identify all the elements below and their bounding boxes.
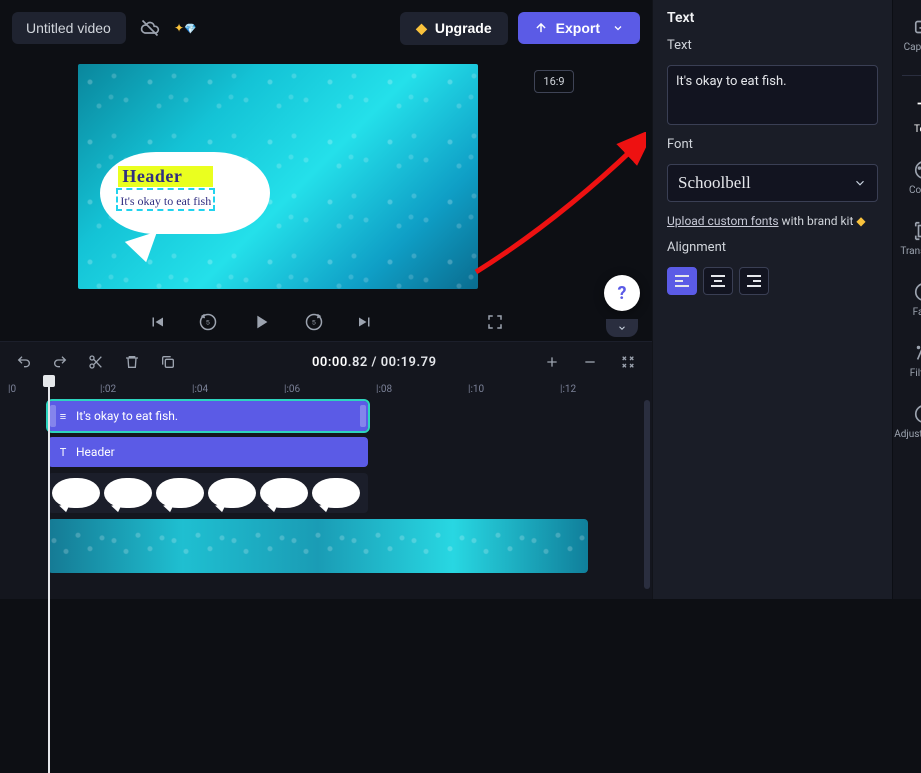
cloud-sync-icon[interactable] (136, 14, 164, 42)
zoom-in-button[interactable] (540, 350, 564, 374)
rail-fade[interactable]: Fade (893, 277, 921, 322)
rewind-5-button[interactable]: 5 (194, 308, 222, 336)
upgrade-button[interactable]: ◆ Upgrade (400, 12, 508, 45)
forward-5-button[interactable]: 5 (300, 308, 328, 336)
rail-label: Transform (900, 246, 921, 257)
fullscreen-button[interactable] (482, 309, 508, 335)
text-field-label: Text (667, 38, 878, 53)
rail-label: Fade (913, 307, 921, 318)
rail-label: Captions (904, 42, 921, 53)
text-clip-1[interactable]: ≡ It's okay to eat fish. (48, 401, 368, 431)
rail-label: Colors (909, 185, 921, 196)
overlay-clip[interactable] (48, 473, 368, 513)
export-button[interactable]: Export (518, 12, 640, 44)
clip-label: It's okay to eat fish. (76, 409, 178, 423)
bubble-subtext-selected[interactable]: It's okay to eat fish (118, 190, 213, 209)
rail-text[interactable]: Text (893, 94, 921, 139)
collapse-panel-button[interactable] (606, 319, 638, 337)
delete-button[interactable] (120, 350, 144, 374)
bubble-thumb (52, 478, 100, 508)
font-field-label: Font (667, 137, 878, 152)
video-clip[interactable] (48, 519, 588, 573)
rail-colors[interactable]: Colors (893, 155, 921, 200)
timeline-scrollbar[interactable] (644, 400, 650, 589)
upload-fonts-row: Upload custom fonts with brand kit ◆ (667, 214, 878, 228)
text-content-input[interactable]: It's okay to eat fish. (667, 65, 878, 125)
annotation-arrow (466, 132, 646, 292)
split-button[interactable] (84, 350, 108, 374)
text-clip-2[interactable]: T Header (48, 437, 368, 467)
rail-adjust-colors[interactable]: Adjust colors (893, 399, 921, 444)
diamond-icon: ◆ (416, 20, 427, 37)
text-lines-icon: ≡ (56, 409, 70, 423)
upload-fonts-link[interactable]: Upload custom fonts (667, 214, 779, 228)
bubble-thumb (104, 478, 152, 508)
speech-bubble-overlay[interactable]: Header It's okay to eat fish (100, 152, 270, 250)
align-right-button[interactable] (739, 267, 769, 295)
align-left-button[interactable] (667, 267, 697, 295)
bubble-thumb (156, 478, 204, 508)
svg-text:5: 5 (312, 320, 316, 327)
chevron-down-icon (616, 323, 628, 333)
rail-label: Text (914, 124, 921, 135)
bubble-thumb (260, 478, 308, 508)
svg-text:5: 5 (206, 320, 210, 327)
bubble-subtext: It's okay to eat fish (120, 194, 211, 208)
rail-captions[interactable]: Captions (893, 12, 921, 57)
clip-label: Header (76, 445, 115, 459)
diamond-sparkle-icon: ✦💎 (174, 21, 197, 35)
timeline-ruler[interactable]: |0 |:02 |:04 |:06 |:08 |:10 |:12 (0, 382, 652, 401)
skip-end-button[interactable] (352, 309, 378, 335)
undo-button[interactable] (12, 350, 36, 374)
help-button[interactable]: ? (604, 275, 640, 311)
chevron-down-icon (612, 22, 624, 34)
playhead[interactable] (48, 383, 50, 773)
rail-filters[interactable]: Filters (893, 338, 921, 383)
preview-canvas[interactable]: Header It's okay to eat fish (78, 64, 478, 289)
upload-fonts-tail: with brand kit (782, 214, 854, 228)
app-header: ✦💎 ◆ Upgrade Export (0, 0, 652, 56)
diamond-icon: ◆ (856, 214, 865, 228)
skip-start-button[interactable] (144, 309, 170, 335)
project-title-input[interactable] (12, 12, 126, 44)
font-value: Schoolbell (678, 173, 751, 193)
panel-title: Text (667, 10, 878, 26)
upgrade-label: Upgrade (435, 20, 492, 36)
align-center-button[interactable] (703, 267, 733, 295)
font-select[interactable]: Schoolbell (667, 164, 878, 202)
alignment-label: Alignment (667, 240, 878, 255)
bubble-thumb (312, 478, 360, 508)
aspect-ratio-selector[interactable]: 16:9 (534, 70, 573, 93)
rail-label: Adjust colors (894, 429, 921, 440)
play-button[interactable] (246, 307, 276, 337)
text-t-icon: T (56, 445, 70, 459)
upload-icon (534, 21, 548, 35)
properties-panel: Text Text It's okay to eat fish. Font Sc… (652, 0, 892, 599)
timecode-display: 00:00.82 / 00:19.79 (312, 355, 437, 370)
redo-button[interactable] (48, 350, 72, 374)
rail-transform[interactable]: Transform (893, 216, 921, 261)
duplicate-button[interactable] (156, 350, 180, 374)
bubble-thumb (208, 478, 256, 508)
rail-label: Filters (910, 368, 921, 379)
chevron-down-icon (853, 176, 867, 190)
timeline: 00:00.82 / 00:19.79 |0 |:02 |:04 |:06 |:… (0, 341, 652, 599)
tool-rail: Captions Text Colors Transform Fade Filt… (892, 0, 921, 599)
fit-timeline-button[interactable] (616, 350, 640, 374)
export-label: Export (556, 20, 600, 36)
playback-controls: 5 5 (0, 289, 652, 341)
bubble-header-text: Header (118, 166, 213, 187)
zoom-out-button[interactable] (578, 350, 602, 374)
